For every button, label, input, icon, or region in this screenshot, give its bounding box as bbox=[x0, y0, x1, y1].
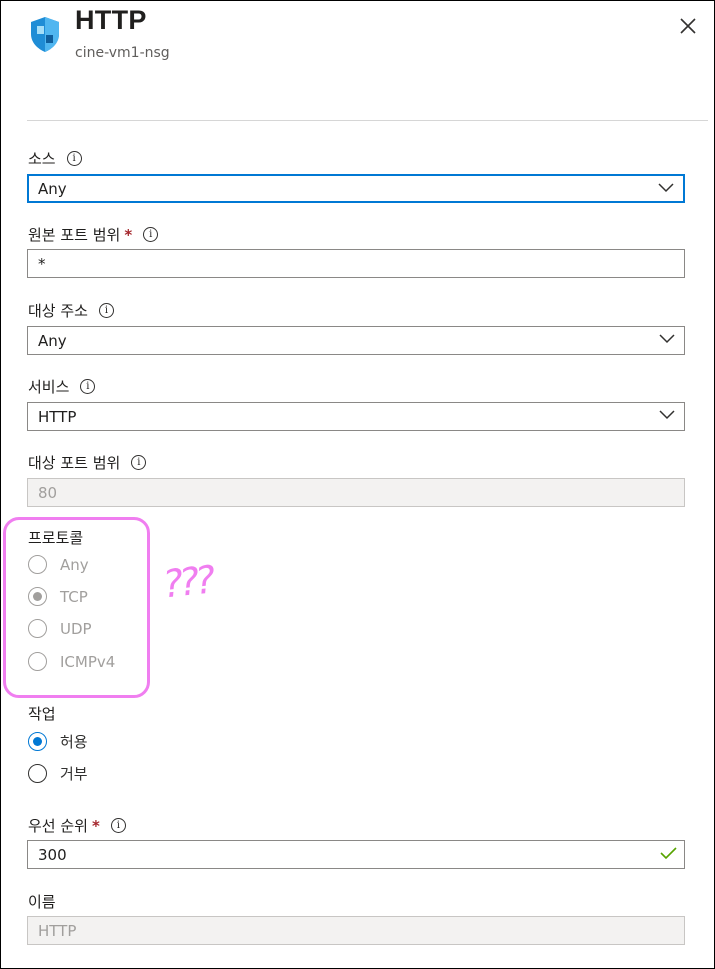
source-port-label: 원본 포트 범위 * i bbox=[28, 224, 159, 245]
service-dropdown[interactable]: HTTP bbox=[27, 402, 685, 431]
info-icon[interactable]: i bbox=[143, 227, 159, 242]
service-label: 서비스 i bbox=[28, 376, 96, 397]
service-label-text: 서비스 bbox=[28, 378, 70, 396]
chevron-down-icon bbox=[658, 183, 674, 193]
page-subtitle: cine-vm1-nsg bbox=[75, 45, 170, 61]
network-security-group-icon bbox=[31, 17, 59, 52]
dest-port-label: 대상 포트 범위 i bbox=[28, 452, 147, 473]
dest-port-input: 80 bbox=[27, 478, 685, 507]
info-icon[interactable]: i bbox=[131, 455, 147, 470]
name-input: HTTP bbox=[27, 916, 685, 945]
header-divider bbox=[27, 120, 708, 121]
info-icon[interactable]: i bbox=[80, 379, 96, 394]
source-label-text: 소스 bbox=[28, 150, 56, 168]
checkmark-icon bbox=[660, 847, 677, 860]
priority-value: 300 bbox=[38, 845, 67, 864]
action-option-deny[interactable]: 거부 bbox=[28, 763, 88, 784]
required-marker: * bbox=[124, 225, 133, 244]
destination-label-text: 대상 주소 bbox=[28, 302, 88, 320]
action-option-label: 허용 bbox=[60, 733, 88, 751]
chevron-down-icon bbox=[659, 334, 675, 344]
chevron-down-icon bbox=[659, 410, 675, 420]
action-label: 작업 bbox=[28, 703, 56, 724]
name-label-text: 이름 bbox=[28, 893, 56, 911]
priority-label: 우선 순위 * i bbox=[28, 815, 126, 836]
destination-label: 대상 주소 i bbox=[28, 300, 114, 321]
radio-icon[interactable] bbox=[28, 732, 47, 751]
info-icon[interactable]: i bbox=[98, 303, 114, 318]
source-port-label-text: 원본 포트 범위 bbox=[28, 226, 121, 244]
source-value: Any bbox=[38, 179, 67, 198]
annotation-question-marks: ??? bbox=[160, 557, 214, 607]
close-icon[interactable] bbox=[678, 16, 698, 36]
page-title: HTTP bbox=[75, 5, 147, 35]
source-dropdown[interactable]: Any bbox=[27, 174, 685, 203]
info-icon[interactable]: i bbox=[110, 818, 126, 833]
required-marker: * bbox=[91, 816, 100, 835]
source-label: 소스 i bbox=[28, 148, 82, 169]
name-label: 이름 bbox=[28, 891, 56, 912]
source-port-value: * bbox=[38, 254, 46, 273]
name-value: HTTP bbox=[38, 921, 77, 940]
info-icon[interactable]: i bbox=[66, 151, 82, 166]
source-port-input[interactable]: * bbox=[27, 249, 685, 278]
dest-port-label-text: 대상 포트 범위 bbox=[28, 454, 121, 472]
service-value: HTTP bbox=[38, 407, 77, 426]
destination-value: Any bbox=[38, 331, 67, 350]
action-label-text: 작업 bbox=[28, 705, 56, 723]
dest-port-value: 80 bbox=[38, 483, 58, 502]
radio-icon[interactable] bbox=[28, 764, 47, 783]
destination-dropdown[interactable]: Any bbox=[27, 326, 685, 355]
action-option-label: 거부 bbox=[60, 765, 88, 783]
priority-input[interactable]: 300 bbox=[27, 840, 685, 869]
action-option-allow[interactable]: 허용 bbox=[28, 731, 88, 752]
priority-label-text: 우선 순위 bbox=[28, 817, 88, 835]
annotation-highlight-box bbox=[3, 517, 150, 698]
